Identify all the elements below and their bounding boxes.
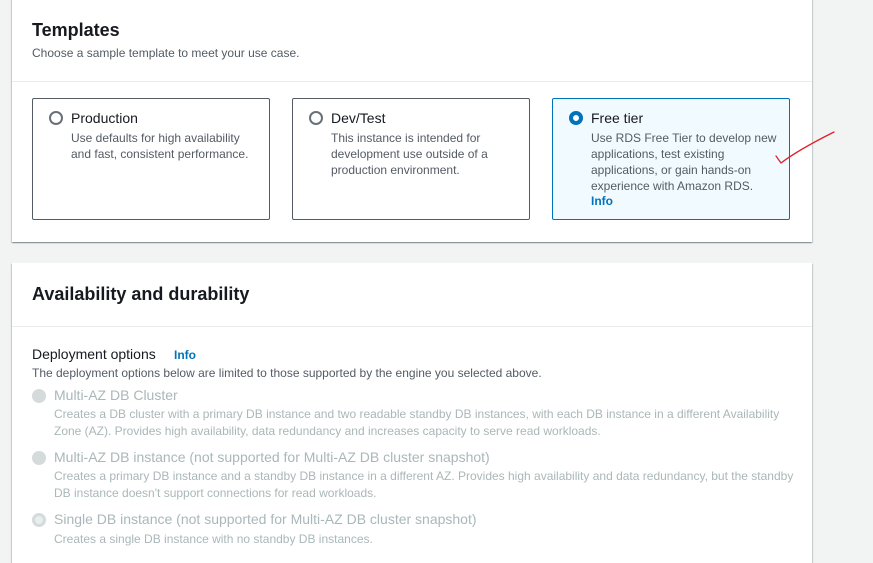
checkmark-annotation-icon — [775, 131, 835, 164]
devtest-radio[interactable] — [309, 111, 323, 125]
production-label: Production — [71, 110, 138, 126]
availability-header: Availability and durability — [12, 263, 812, 327]
single-instance-label: Single DB instance (not supported for Mu… — [54, 511, 477, 527]
templates-description: Choose a sample template to meet your us… — [32, 46, 300, 60]
free-tier-description: Use RDS Free Tier to develop new applica… — [591, 131, 777, 193]
multi-az-instance-label: Multi-AZ DB instance (not supported for … — [54, 449, 490, 465]
availability-title: Availability and durability — [32, 284, 250, 304]
free-tier-info-link[interactable]: Info — [591, 194, 613, 208]
templates-header: Templates Choose a sample template to me… — [12, 0, 812, 82]
templates-title: Templates — [32, 20, 120, 40]
production-radio[interactable] — [49, 111, 63, 125]
production-description: Use defaults for high availability and f… — [71, 131, 249, 161]
multi-az-instance-description: Creates a primary DB instance and a stan… — [54, 469, 794, 500]
template-tile-production[interactable]: Production Use defaults for high availab… — [32, 98, 270, 220]
free-tier-radio[interactable] — [569, 111, 583, 125]
free-tier-label: Free tier — [591, 110, 644, 126]
availability-panel: Availability and durability Deployment o… — [12, 263, 812, 563]
deployment-options-description: The deployment options below are limited… — [32, 366, 542, 380]
devtest-description: This instance is intended for developmen… — [331, 131, 488, 177]
single-instance-radio — [32, 513, 46, 527]
template-tile-devtest[interactable]: Dev/Test This instance is intended for d… — [292, 98, 530, 220]
multi-az-instance-radio — [32, 451, 46, 465]
deployment-info-link[interactable]: Info — [174, 348, 196, 362]
template-tile-free-tier[interactable]: Free tier Use RDS Free Tier to develop n… — [552, 98, 790, 220]
devtest-label: Dev/Test — [331, 110, 386, 126]
multi-az-cluster-label: Multi-AZ DB Cluster — [54, 387, 178, 403]
single-instance-description: Creates a single DB instance with no sta… — [54, 532, 373, 546]
templates-panel: Templates Choose a sample template to me… — [12, 0, 812, 242]
multi-az-cluster-radio — [32, 389, 46, 403]
deployment-options-label: Deployment options — [32, 346, 156, 362]
multi-az-cluster-description: Creates a DB cluster with a primary DB i… — [54, 407, 780, 438]
